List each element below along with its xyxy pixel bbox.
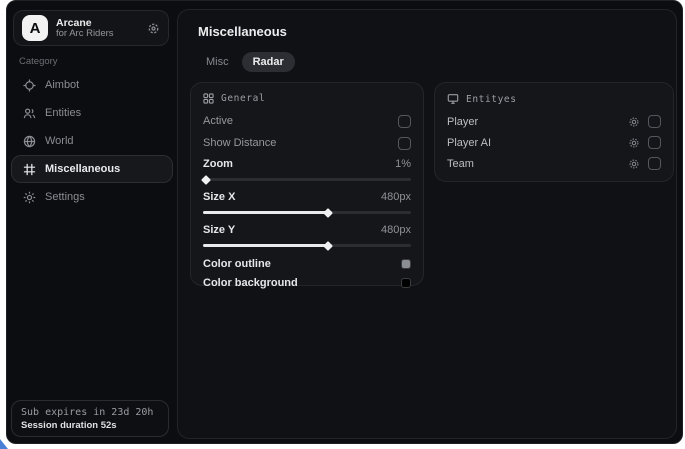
entities-card: Entityes Player Player AI — [434, 82, 674, 182]
app-subtitle: for Arc Riders — [56, 29, 139, 40]
player-gear-icon[interactable] — [628, 116, 640, 128]
general-grid-icon — [203, 93, 214, 104]
color-outline-swatch[interactable] — [401, 259, 411, 269]
session-duration: Session duration 52s — [21, 420, 159, 431]
general-card: General Active Show Distance Zoom 1% — [190, 82, 424, 286]
globe-icon — [22, 135, 36, 148]
player-ai-row: Player AI — [447, 132, 661, 153]
sidebar-item-miscellaneous[interactable]: Miscellaneous — [11, 155, 173, 183]
player-ai-gear-icon[interactable] — [628, 137, 640, 149]
size-y-slider[interactable] — [203, 244, 411, 247]
size-y-slider-thumb[interactable] — [323, 241, 333, 251]
player-checkbox[interactable] — [648, 115, 661, 128]
zoom-slider-group: Zoom 1% — [203, 155, 411, 181]
app-window: A Arcane for Arc Riders Category — [6, 0, 683, 444]
size-y-slider-fill — [203, 244, 328, 247]
general-card-header: General — [203, 93, 411, 104]
tab-misc[interactable]: Misc — [195, 52, 240, 72]
size-x-slider-thumb[interactable] — [323, 208, 333, 218]
zoom-value: 1% — [395, 158, 411, 170]
zoom-row: Zoom 1% — [203, 155, 411, 172]
size-y-row: Size Y 480px — [203, 221, 411, 238]
sidebar-nav: Aimbot Entities World — [11, 71, 173, 211]
sidebar-item-entities[interactable]: Entities — [11, 99, 173, 127]
player-ai-label: Player AI — [447, 137, 491, 149]
show-distance-checkbox[interactable] — [398, 137, 411, 150]
player-ai-checkbox[interactable] — [648, 136, 661, 149]
crosshair-icon — [22, 79, 36, 92]
zoom-label: Zoom — [203, 158, 233, 170]
size-x-row: Size X 480px — [203, 188, 411, 205]
sidebar-item-label: Entities — [45, 107, 81, 119]
team-checkbox[interactable] — [648, 157, 661, 170]
sidebar-item-aimbot[interactable]: Aimbot — [11, 71, 173, 99]
gear-icon — [22, 191, 36, 204]
subscription-box: Sub expires in 23d 20h Session duration … — [11, 400, 169, 437]
color-outline-label: Color outline — [203, 258, 271, 270]
player-row: Player — [447, 111, 661, 132]
monitor-icon — [447, 93, 459, 105]
active-row: Active — [203, 110, 411, 132]
zoom-slider[interactable] — [203, 178, 411, 181]
subscription-expiry: Sub expires in 23d 20h — [21, 407, 159, 418]
entities-card-header: Entityes — [447, 93, 661, 105]
desktop-background: A Arcane for Arc Riders Category — [0, 0, 685, 449]
sidebar-item-settings[interactable]: Settings — [11, 183, 173, 211]
player-label: Player — [447, 116, 478, 128]
main-panel: Miscellaneous Misc Radar General Active — [177, 9, 677, 439]
sidebar-item-label: Miscellaneous — [45, 163, 120, 175]
app-name: Arcane — [56, 17, 139, 29]
app-title-block: Arcane for Arc Riders — [56, 17, 139, 40]
size-x-slider-group: Size X 480px — [203, 188, 411, 214]
color-background-label: Color background — [203, 277, 298, 289]
show-distance-row: Show Distance — [203, 132, 411, 154]
size-y-value: 480px — [381, 224, 411, 236]
sidebar-item-label: Aimbot — [45, 79, 79, 91]
tab-radar[interactable]: Radar — [242, 52, 295, 72]
size-x-slider-fill — [203, 211, 328, 214]
sidebar-item-label: World — [45, 135, 74, 147]
category-label: Category — [19, 56, 58, 67]
size-x-value: 480px — [381, 191, 411, 203]
size-x-label: Size X — [203, 191, 235, 203]
app-logo: A — [22, 15, 48, 41]
zoom-slider-thumb[interactable] — [201, 175, 211, 185]
color-outline-row: Color outline — [203, 254, 411, 273]
grid-icon — [22, 163, 36, 176]
sidebar-item-world[interactable]: World — [11, 127, 173, 155]
page-title: Miscellaneous — [198, 24, 287, 39]
team-gear-icon[interactable] — [628, 158, 640, 170]
team-row: Team — [447, 153, 661, 174]
mouse-cursor — [0, 439, 8, 449]
active-checkbox[interactable] — [398, 115, 411, 128]
show-distance-label: Show Distance — [203, 137, 276, 149]
color-background-row: Color background — [203, 273, 411, 292]
app-logo-card: A Arcane for Arc Riders — [13, 10, 169, 46]
entities-icon — [22, 107, 36, 120]
sidebar: A Arcane for Arc Riders Category — [7, 1, 177, 443]
sidebar-item-label: Settings — [45, 191, 85, 203]
entities-card-title: Entityes — [466, 94, 517, 105]
active-label: Active — [203, 115, 233, 127]
tab-bar: Misc Radar — [195, 52, 295, 72]
size-x-slider[interactable] — [203, 211, 411, 214]
team-label: Team — [447, 158, 474, 170]
size-y-slider-group: Size Y 480px — [203, 221, 411, 247]
general-card-title: General — [221, 93, 265, 104]
refresh-icon[interactable] — [147, 22, 160, 35]
color-background-swatch[interactable] — [401, 278, 411, 288]
size-y-label: Size Y — [203, 224, 235, 236]
